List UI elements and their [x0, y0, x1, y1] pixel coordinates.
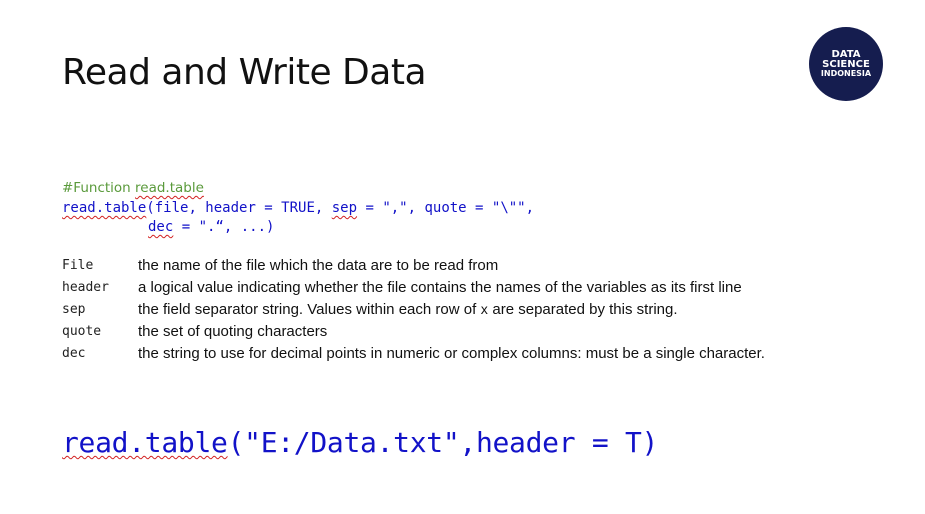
example-code: read.table("E:/Data.txt",header = T) — [62, 426, 658, 459]
argument-name: header — [62, 280, 109, 295]
slide-title: Read and Write Data — [62, 52, 427, 93]
description-text-b: are separated by this string. — [488, 301, 678, 318]
code-signature-line-2: dec = ".“, ...) — [148, 219, 274, 235]
comment-prefix: #Function — [62, 180, 136, 196]
code-dec-arg: dec — [148, 219, 174, 235]
argument-name: quote — [62, 324, 102, 339]
argument-description: a logical value indicating whether the f… — [138, 279, 742, 296]
data-science-indonesia-logo: DATA SCIENCE INDONESIA — [809, 27, 883, 101]
example-args: ("E:/Data.txt",header = T) — [227, 426, 659, 459]
code-args-a: (file, header = TRUE, — [146, 200, 332, 216]
argument-description: the name of the file which the data are … — [138, 257, 499, 274]
description-text-a: the field separator string. Values withi… — [138, 301, 481, 318]
comment-function-name: read.table — [135, 180, 204, 196]
argument-name: dec — [62, 346, 86, 361]
code-fn-name: read.table — [62, 200, 147, 216]
code-sep-arg: sep — [331, 200, 358, 216]
slide: Read and Write Data DATA SCIENCE INDONES… — [0, 0, 925, 514]
code-args-b: = ",", quote = "\"", — [357, 200, 535, 216]
example-fn-name: read.table — [62, 426, 228, 459]
argument-name: sep — [62, 302, 86, 317]
argument-description: the set of quoting characters — [138, 323, 328, 340]
argument-description: the string to use for decimal points in … — [138, 345, 765, 362]
code-signature-line-1: read.table(file, header = TRUE, sep = ",… — [62, 200, 534, 216]
logo-line-3: INDONESIA — [820, 69, 872, 79]
argument-description: the field separator string. Values withi… — [138, 301, 678, 318]
code-comment: #Function read.table — [62, 180, 204, 196]
argument-name: File — [62, 258, 94, 273]
code-args-c: = ".“, ...) — [173, 219, 275, 235]
